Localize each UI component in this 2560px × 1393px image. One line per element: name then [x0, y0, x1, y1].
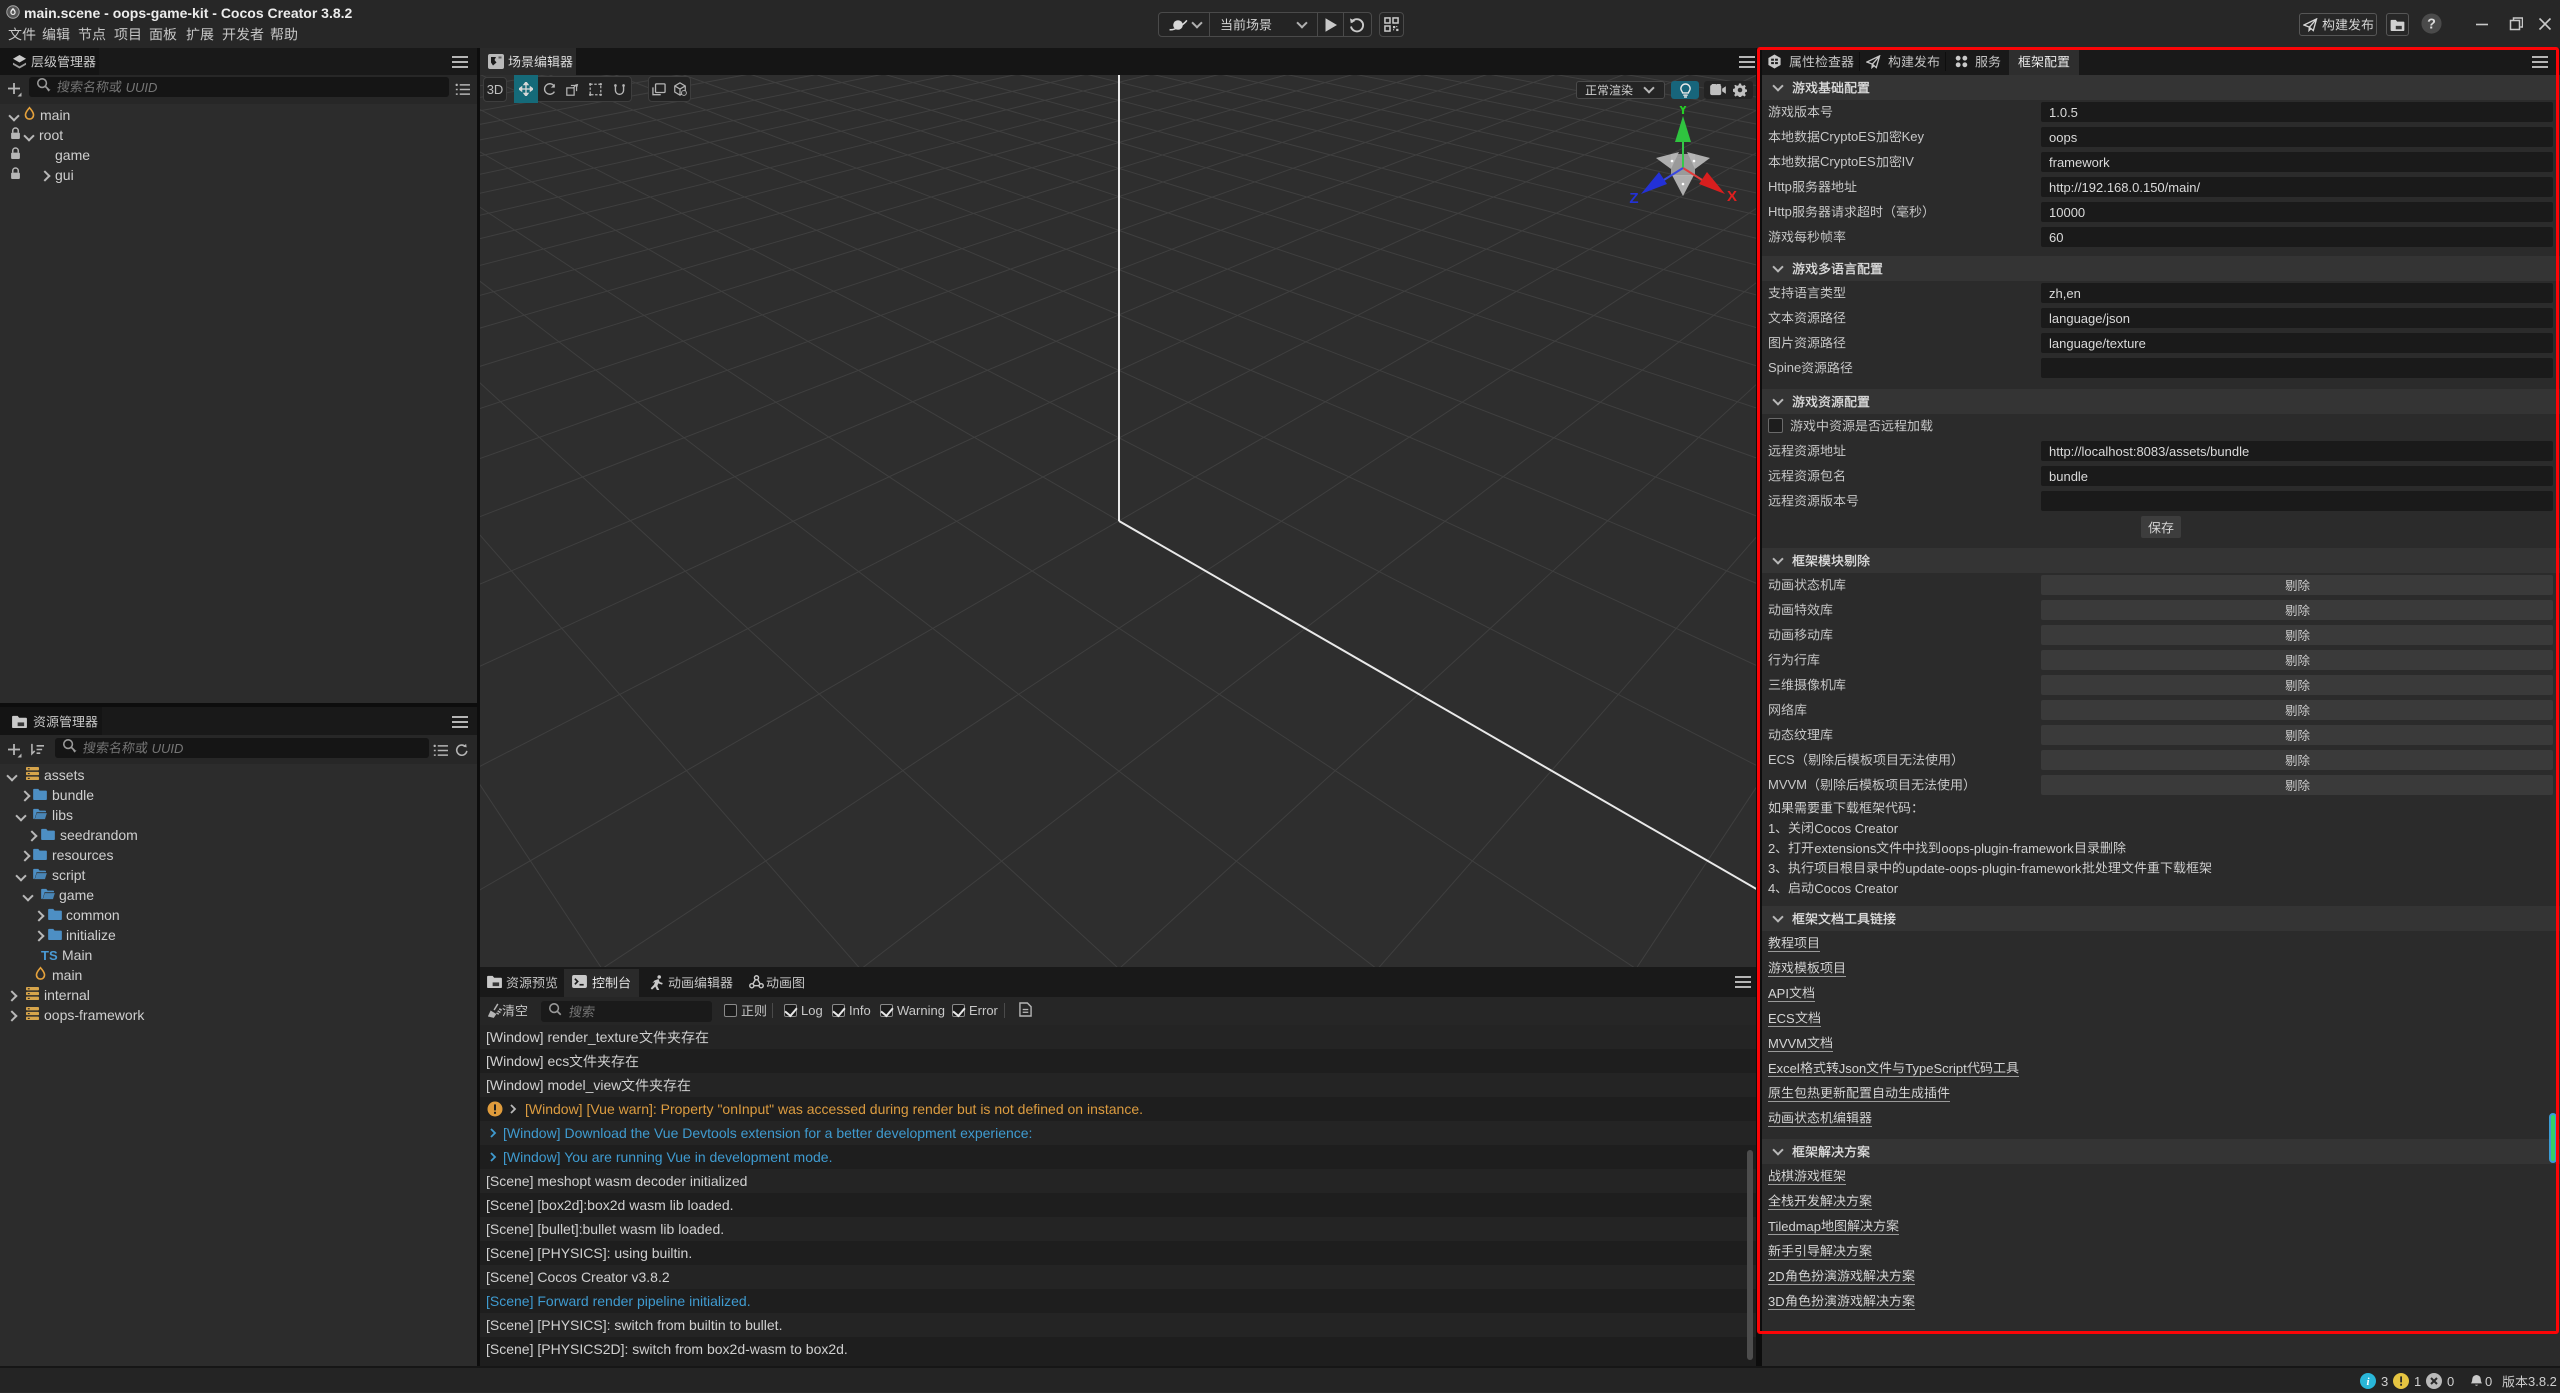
- svg-text:?: ?: [2427, 16, 2436, 32]
- svg-text:Z: Z: [1629, 190, 1638, 207]
- svg-text:X: X: [1727, 188, 1737, 205]
- svg-text:Y: Y: [1678, 106, 1688, 118]
